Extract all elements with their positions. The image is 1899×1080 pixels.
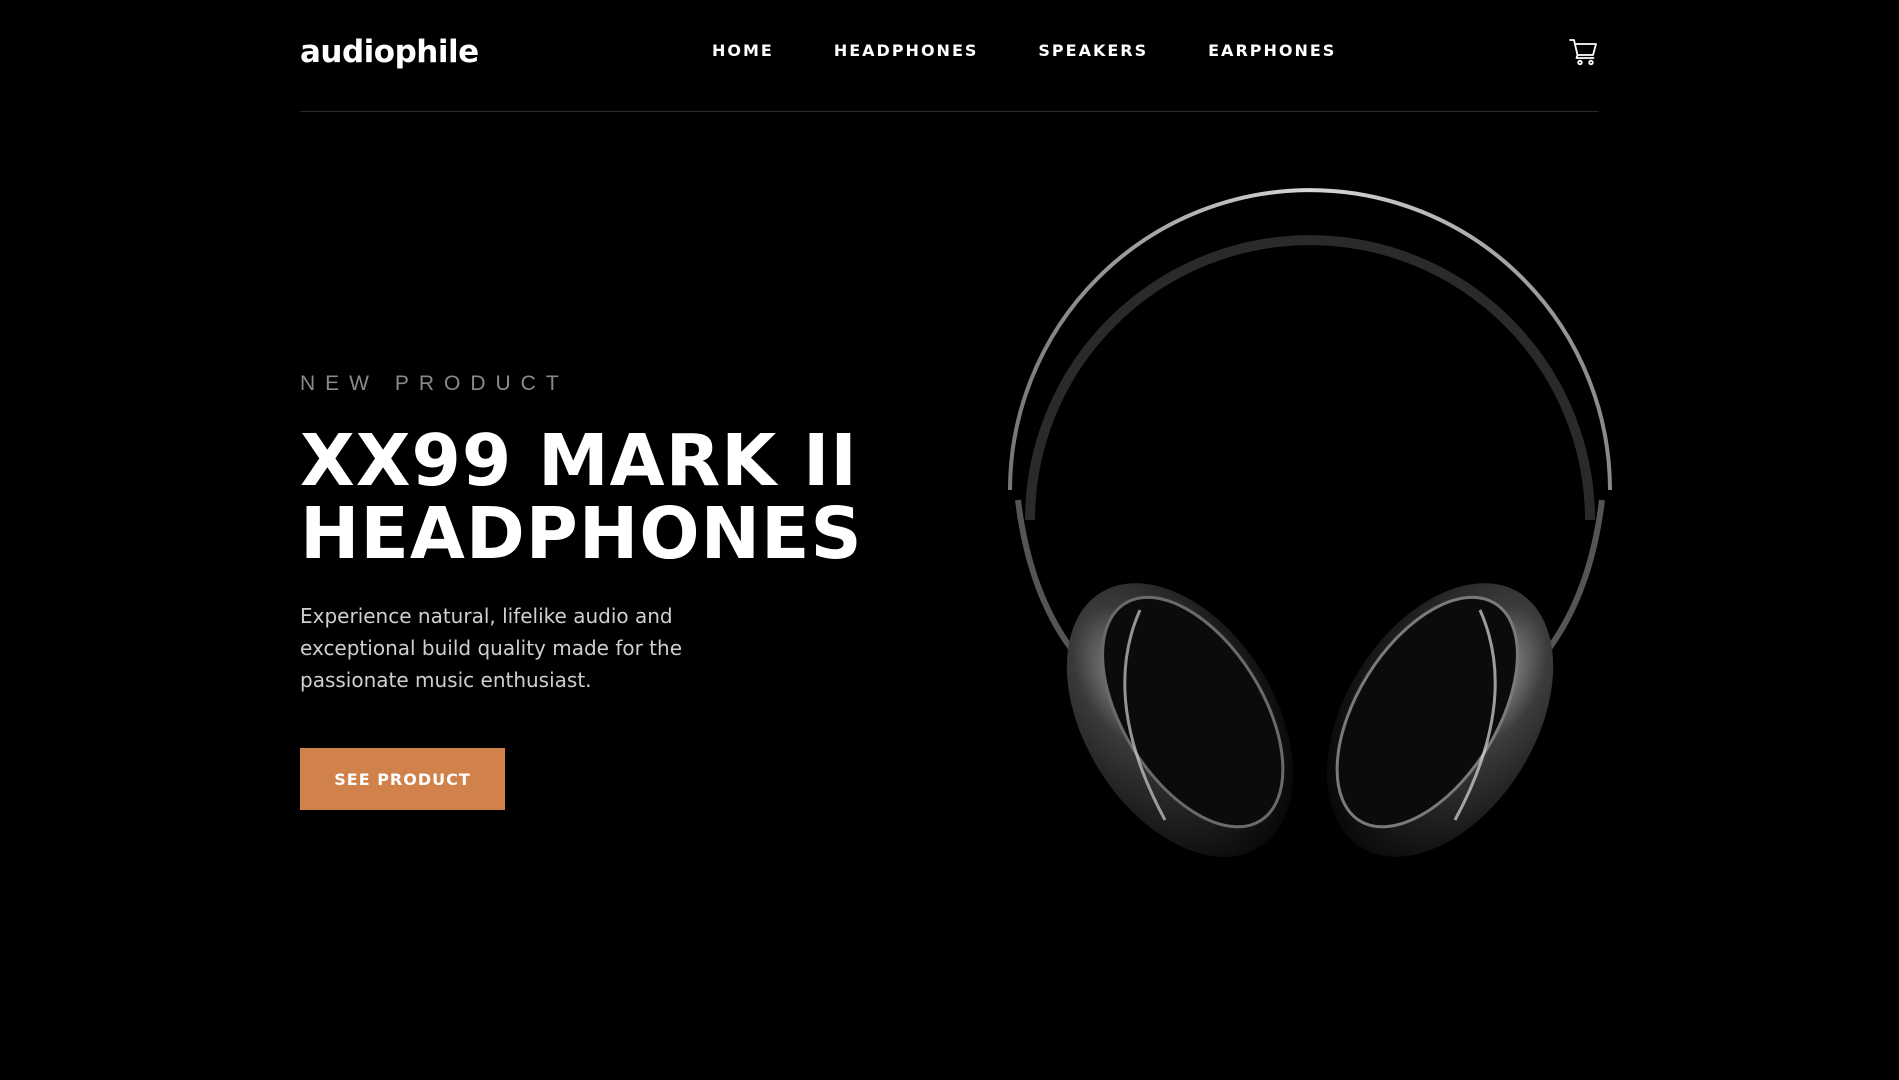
new-product-overline: NEW PRODUCT [300, 372, 569, 395]
main-nav: HOME HEADPHONES SPEAKERS EARPHONES [712, 41, 1396, 60]
nav-link-headphones[interactable]: HEADPHONES [834, 41, 979, 60]
nav-link-home[interactable]: HOME [712, 41, 774, 60]
nav-link-earphones[interactable]: EARPHONES [1208, 41, 1336, 60]
cart-icon[interactable] [1569, 38, 1599, 66]
nav-link-speakers[interactable]: SPEAKERS [1038, 41, 1148, 60]
product-title-line1: XX99 MARK II [300, 419, 858, 502]
headphones-image [990, 180, 1640, 860]
product-title: XX99 MARK II HEADPHONES [300, 424, 940, 570]
see-product-button[interactable]: SEE PRODUCT [300, 748, 505, 810]
hero-content: NEW PRODUCT XX99 MARK II HEADPHONES Expe… [300, 372, 940, 810]
product-description: Experience natural, lifelike audio and e… [300, 604, 683, 692]
product-title-line2: HEADPHONES [300, 492, 863, 575]
logo[interactable]: audiophile [300, 34, 479, 70]
site-header: audiophile HOME HEADPHONES SPEAKERS EARP… [300, 0, 1599, 112]
